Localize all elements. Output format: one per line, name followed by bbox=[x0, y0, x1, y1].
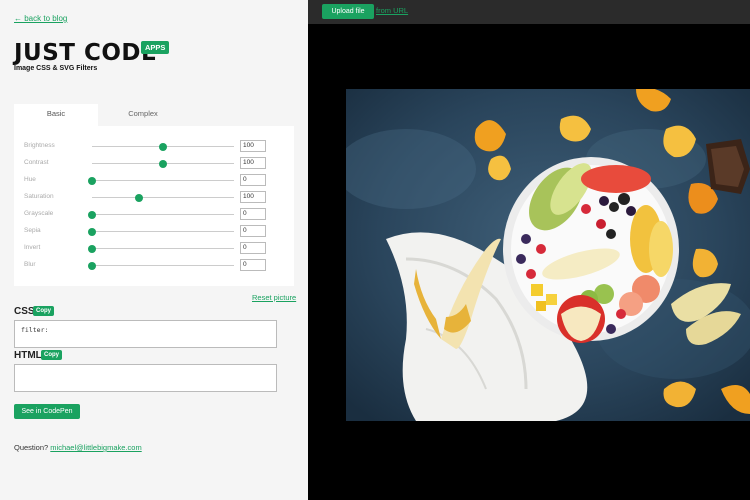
back-to-blog-link[interactable]: ← back to blog bbox=[14, 14, 67, 23]
slider-label: Saturation bbox=[24, 193, 54, 200]
reset-picture-link[interactable]: Reset picture bbox=[252, 293, 296, 302]
slider-label: Blur bbox=[24, 261, 36, 268]
slider-row-blur: Blur 0 bbox=[24, 259, 284, 273]
slider-label: Grayscale bbox=[24, 210, 54, 217]
tab-complex[interactable]: Complex bbox=[98, 104, 188, 126]
apps-badge[interactable]: APPS bbox=[141, 41, 170, 54]
brightness-input[interactable]: 100 bbox=[240, 140, 266, 152]
blur-input[interactable]: 0 bbox=[240, 259, 266, 271]
slider-handle[interactable] bbox=[159, 142, 167, 151]
question-line: Question? michael@littlebigmake.com bbox=[14, 443, 142, 452]
hue-input[interactable]: 0 bbox=[240, 174, 266, 186]
brand-title: JUST CODE bbox=[14, 40, 158, 66]
slider-row-saturation: Saturation 100 bbox=[24, 191, 284, 205]
html-section-label: HTML bbox=[14, 350, 42, 361]
slider-row-sepia: Sepia 0 bbox=[24, 225, 284, 239]
css-section-label: CSS bbox=[14, 306, 35, 317]
slider-track[interactable] bbox=[92, 214, 234, 215]
slider-label: Hue bbox=[24, 176, 36, 183]
saturation-input[interactable]: 100 bbox=[240, 191, 266, 203]
invert-input[interactable]: 0 bbox=[240, 242, 266, 254]
slider-row-brightness: Brightness 100 bbox=[24, 140, 284, 154]
question-label: Question? bbox=[14, 443, 49, 452]
copy-css-button[interactable]: Copy bbox=[33, 306, 54, 316]
slider-label: Brightness bbox=[24, 142, 55, 149]
copy-html-button[interactable]: Copy bbox=[41, 350, 62, 360]
slider-label: Invert bbox=[24, 244, 41, 251]
slider-row-hue: Hue 0 bbox=[24, 174, 284, 188]
slider-row-invert: Invert 0 bbox=[24, 242, 284, 256]
upload-file-button[interactable]: Upload file bbox=[322, 4, 374, 19]
slider-track[interactable] bbox=[92, 265, 234, 266]
slider-track[interactable] bbox=[92, 197, 234, 198]
contact-email-link[interactable]: michael@littlebigmake.com bbox=[50, 443, 141, 452]
slider-track[interactable] bbox=[92, 248, 234, 249]
slider-row-grayscale: Grayscale 0 bbox=[24, 208, 284, 222]
slider-handle[interactable] bbox=[88, 227, 96, 236]
slider-row-contrast: Contrast 100 bbox=[24, 157, 284, 171]
html-output-box[interactable] bbox=[14, 364, 277, 392]
contrast-input[interactable]: 100 bbox=[240, 157, 266, 169]
slider-handle[interactable] bbox=[88, 261, 96, 270]
slider-track[interactable] bbox=[92, 180, 234, 181]
slider-handle[interactable] bbox=[134, 193, 143, 202]
slider-track[interactable] bbox=[92, 231, 234, 232]
slider-handle[interactable] bbox=[88, 244, 96, 253]
left-panel: ← back to blog JUST CODE APPS Image CSS … bbox=[0, 0, 308, 500]
from-url-link[interactable]: from URL bbox=[376, 6, 408, 15]
preview-image bbox=[346, 89, 750, 421]
slider-handle[interactable] bbox=[159, 159, 167, 168]
basic-filters-panel: Brightness 100 Contrast 100 Hue 0 Satura… bbox=[14, 126, 294, 286]
slider-handle[interactable] bbox=[88, 176, 96, 185]
slider-handle[interactable] bbox=[88, 210, 96, 219]
grayscale-input[interactable]: 0 bbox=[240, 208, 266, 220]
css-output-box[interactable]: filter: bbox=[14, 320, 277, 348]
page-subtitle: Image CSS & SVG Filters bbox=[14, 65, 98, 72]
fruit-bowl-illustration bbox=[346, 89, 750, 421]
image-preview-area: Upload file from URL bbox=[308, 0, 750, 500]
slider-label: Sepia bbox=[24, 227, 41, 234]
tab-basic[interactable]: Basic bbox=[14, 104, 98, 126]
upload-toolbar: Upload file from URL bbox=[308, 0, 750, 24]
see-in-codepen-button[interactable]: See in CodePen bbox=[14, 404, 80, 419]
slider-label: Contrast bbox=[24, 159, 49, 166]
sepia-input[interactable]: 0 bbox=[240, 225, 266, 237]
